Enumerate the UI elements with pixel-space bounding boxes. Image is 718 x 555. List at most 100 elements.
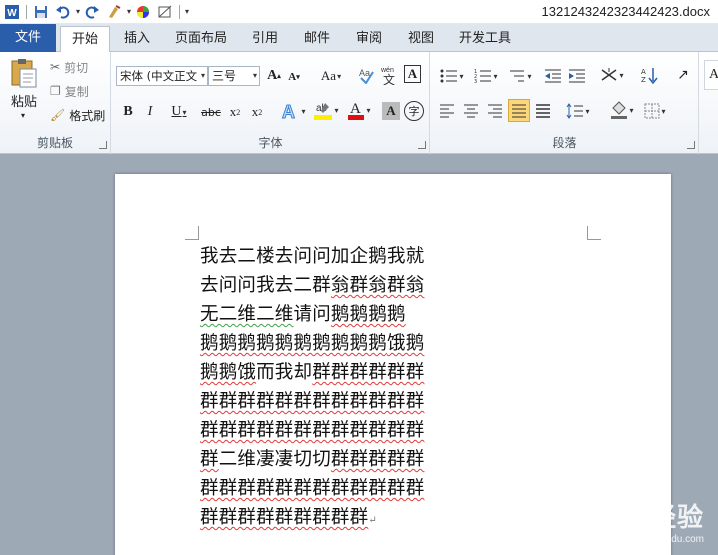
copy-button[interactable]: ❐ 复制 <box>50 82 89 100</box>
text-line[interactable]: 鹅鹅饿而我却群群群群群群 <box>200 358 590 387</box>
svg-text:A: A <box>282 102 295 121</box>
text-line[interactable]: 群群群群群群群群群↵ <box>200 503 590 535</box>
decrease-indent-icon[interactable] <box>543 66 563 86</box>
align-center-icon[interactable] <box>461 100 481 122</box>
phonetic-guide-icon[interactable]: wén 文 <box>380 64 400 86</box>
superscript-icon[interactable]: x2 <box>248 102 266 122</box>
text-effects-icon[interactable]: A ▾ <box>278 100 308 122</box>
paragraph-dialog-launcher[interactable] <box>687 141 695 149</box>
redo-icon[interactable] <box>82 2 102 22</box>
ribbon-tabs: 文件 开始 插入 页面布局 引用 邮件 审阅 视图 开发工具 <box>0 24 718 53</box>
document-title: 1321243242323442423.docx <box>541 4 710 19</box>
line-spacing-icon[interactable]: ▾ <box>563 100 593 122</box>
spelling-flagged-run: 翁群翁群翁 <box>330 275 425 296</box>
text-run: 去问问我去二群 <box>200 275 331 296</box>
distributed-icon[interactable] <box>533 100 553 122</box>
font-name-combo[interactable]: 宋体 (中文正文 ▾ <box>116 66 208 86</box>
paste-dropdown-icon[interactable]: ▾ <box>18 110 28 120</box>
spelling-flagged-run: 群群群群群群 <box>312 362 425 383</box>
font-dialog-launcher[interactable] <box>418 141 426 149</box>
customize-toolbar-icon[interactable]: ▾ <box>185 7 189 16</box>
tab-insert[interactable]: 插入 <box>116 26 158 52</box>
svg-text:3: 3 <box>474 79 477 84</box>
cut-button[interactable]: ✂ 剪切 <box>50 58 88 76</box>
tab-review[interactable]: 审阅 <box>348 26 390 52</box>
word-app-icon[interactable]: W <box>2 2 22 22</box>
tab-home[interactable]: 开始 <box>60 26 110 53</box>
svg-text:W: W <box>7 8 17 19</box>
text-line[interactable]: 我去二楼去问问加企鹅我就 <box>200 242 590 271</box>
text-line[interactable]: 群二维凄凄切切群群群群群 <box>200 445 590 474</box>
font-size-combo[interactable]: 三号 ▾ <box>208 66 260 86</box>
paragraph-group: ▾ 1 2 3 ▾ ▾ ▾ AZ ↗ ▾ ▾ ▾ 段落 <box>431 52 699 154</box>
borders-icon[interactable]: ▾ <box>641 100 669 122</box>
svg-text:Aa: Aa <box>359 68 370 78</box>
watermark-url: jingyan.baidu.com <box>623 534 704 545</box>
shading-icon[interactable]: ▾ <box>607 98 637 122</box>
subscript-icon[interactable]: x2 <box>226 102 244 122</box>
font-color-icon[interactable]: A ▾ <box>344 98 374 122</box>
text-run: 二维凄凄切切 <box>218 449 331 470</box>
paragraph-mark-icon: ↵ <box>368 515 377 526</box>
grow-font-icon[interactable]: A ▴ <box>265 66 283 86</box>
text-line[interactable]: 群群群群群群群群群群群群 <box>200 416 590 445</box>
clipboard-dialog-launcher[interactable] <box>99 141 107 149</box>
svg-text:文: 文 <box>383 72 395 85</box>
format-painter-button[interactable]: 🖌 格式刷 <box>50 106 105 124</box>
tab-layout[interactable]: 页面布局 <box>170 26 232 52</box>
text-line[interactable]: 鹅鹅鹅鹅鹅鹅鹅鹅鹅鹅饿鹅 <box>200 329 590 358</box>
spelling-flagged-run: 群群群群群 <box>330 449 425 470</box>
document-page[interactable]: 我去二楼去问问加企鹅我就 去问问我去二群翁群翁群翁 无二维二维请问鹅鹅鹅鹅 鹅鹅鹅鹅鹅… <box>115 174 671 555</box>
chinese-layout-icon[interactable]: ▾ <box>597 64 627 86</box>
tab-developer[interactable]: 开发工具 <box>452 26 518 52</box>
align-left-icon[interactable] <box>437 100 457 122</box>
increase-indent-icon[interactable] <box>567 66 587 86</box>
font-group-label: 字体 <box>258 136 283 150</box>
bold-icon[interactable]: B <box>120 102 136 122</box>
italic-icon[interactable]: I <box>142 102 158 122</box>
brush-dropdown-icon[interactable]: ▾ <box>127 7 131 16</box>
spelling-flagged-run: 鹅鹅鹅鹅 <box>330 304 406 325</box>
grammar-flagged-run: 无二维二维 <box>200 304 294 325</box>
spelling-flagged-run: 群 <box>200 449 219 470</box>
align-right-icon[interactable] <box>485 100 505 122</box>
clear-formatting-icon[interactable]: Aa <box>358 64 376 86</box>
character-shading-icon[interactable]: A <box>382 102 400 120</box>
sort-icon[interactable]: AZ <box>639 64 661 86</box>
format-brush-icon[interactable] <box>104 2 124 22</box>
show-formatting-marks-icon[interactable]: ↗ <box>673 64 693 86</box>
draw-table-icon[interactable] <box>155 2 175 22</box>
highlight-color-icon[interactable]: ab ▾ <box>310 98 342 122</box>
text-line[interactable]: 群群群群群群群群群群群群 <box>200 387 590 416</box>
undo-icon[interactable] <box>53 2 73 22</box>
format-painter-label: 格式刷 <box>69 108 106 123</box>
tab-mailings[interactable]: 邮件 <box>296 26 338 52</box>
character-border-icon[interactable]: A <box>404 65 421 83</box>
text-line[interactable]: 无二维二维请问鹅鹅鹅鹅 <box>200 300 590 329</box>
paste-button[interactable]: 粘贴 <box>4 92 44 110</box>
numbering-icon[interactable]: 1 2 3 ▾ <box>471 66 501 86</box>
document-area[interactable]: 我去二楼去问问加企鹅我就 去问问我去二群翁群翁群翁 无二维二维请问鹅鹅鹅鹅 鹅鹅鹅鹅鹅… <box>0 154 718 555</box>
color-wheel-icon[interactable] <box>133 2 153 22</box>
tab-view[interactable]: 视图 <box>400 26 442 52</box>
font-size-dropdown-icon[interactable]: ▾ <box>253 67 257 85</box>
text-line[interactable]: 群群群群群群群群群群群群 <box>200 474 590 503</box>
multilevel-list-icon[interactable]: ▾ <box>505 66 535 86</box>
underline-icon[interactable]: U ▾ <box>166 102 192 122</box>
text-line[interactable]: 去问问我去二群翁群翁群翁 <box>200 271 590 300</box>
change-case-icon[interactable]: Aa ▾ <box>318 66 344 86</box>
style-gallery-item[interactable]: A <box>704 60 718 90</box>
shrink-font-icon[interactable]: A ▾ <box>286 68 302 86</box>
justify-icon[interactable] <box>508 99 530 122</box>
document-text[interactable]: 我去二楼去问问加企鹅我就 去问问我去二群翁群翁群翁 无二维二维请问鹅鹅鹅鹅 鹅鹅鹅鹅鹅… <box>200 242 590 535</box>
enclose-characters-icon[interactable]: 字 <box>404 101 424 121</box>
tab-file[interactable]: 文件 <box>0 24 56 52</box>
save-icon[interactable] <box>31 2 51 22</box>
tab-references[interactable]: 引用 <box>244 26 286 52</box>
strikethrough-icon[interactable]: abc <box>200 102 222 122</box>
font-name-dropdown-icon[interactable]: ▾ <box>201 67 205 85</box>
undo-dropdown-icon[interactable]: ▾ <box>76 7 80 16</box>
paste-icon[interactable] <box>6 56 42 90</box>
bullets-icon[interactable]: ▾ <box>437 66 467 86</box>
separator <box>179 4 181 19</box>
